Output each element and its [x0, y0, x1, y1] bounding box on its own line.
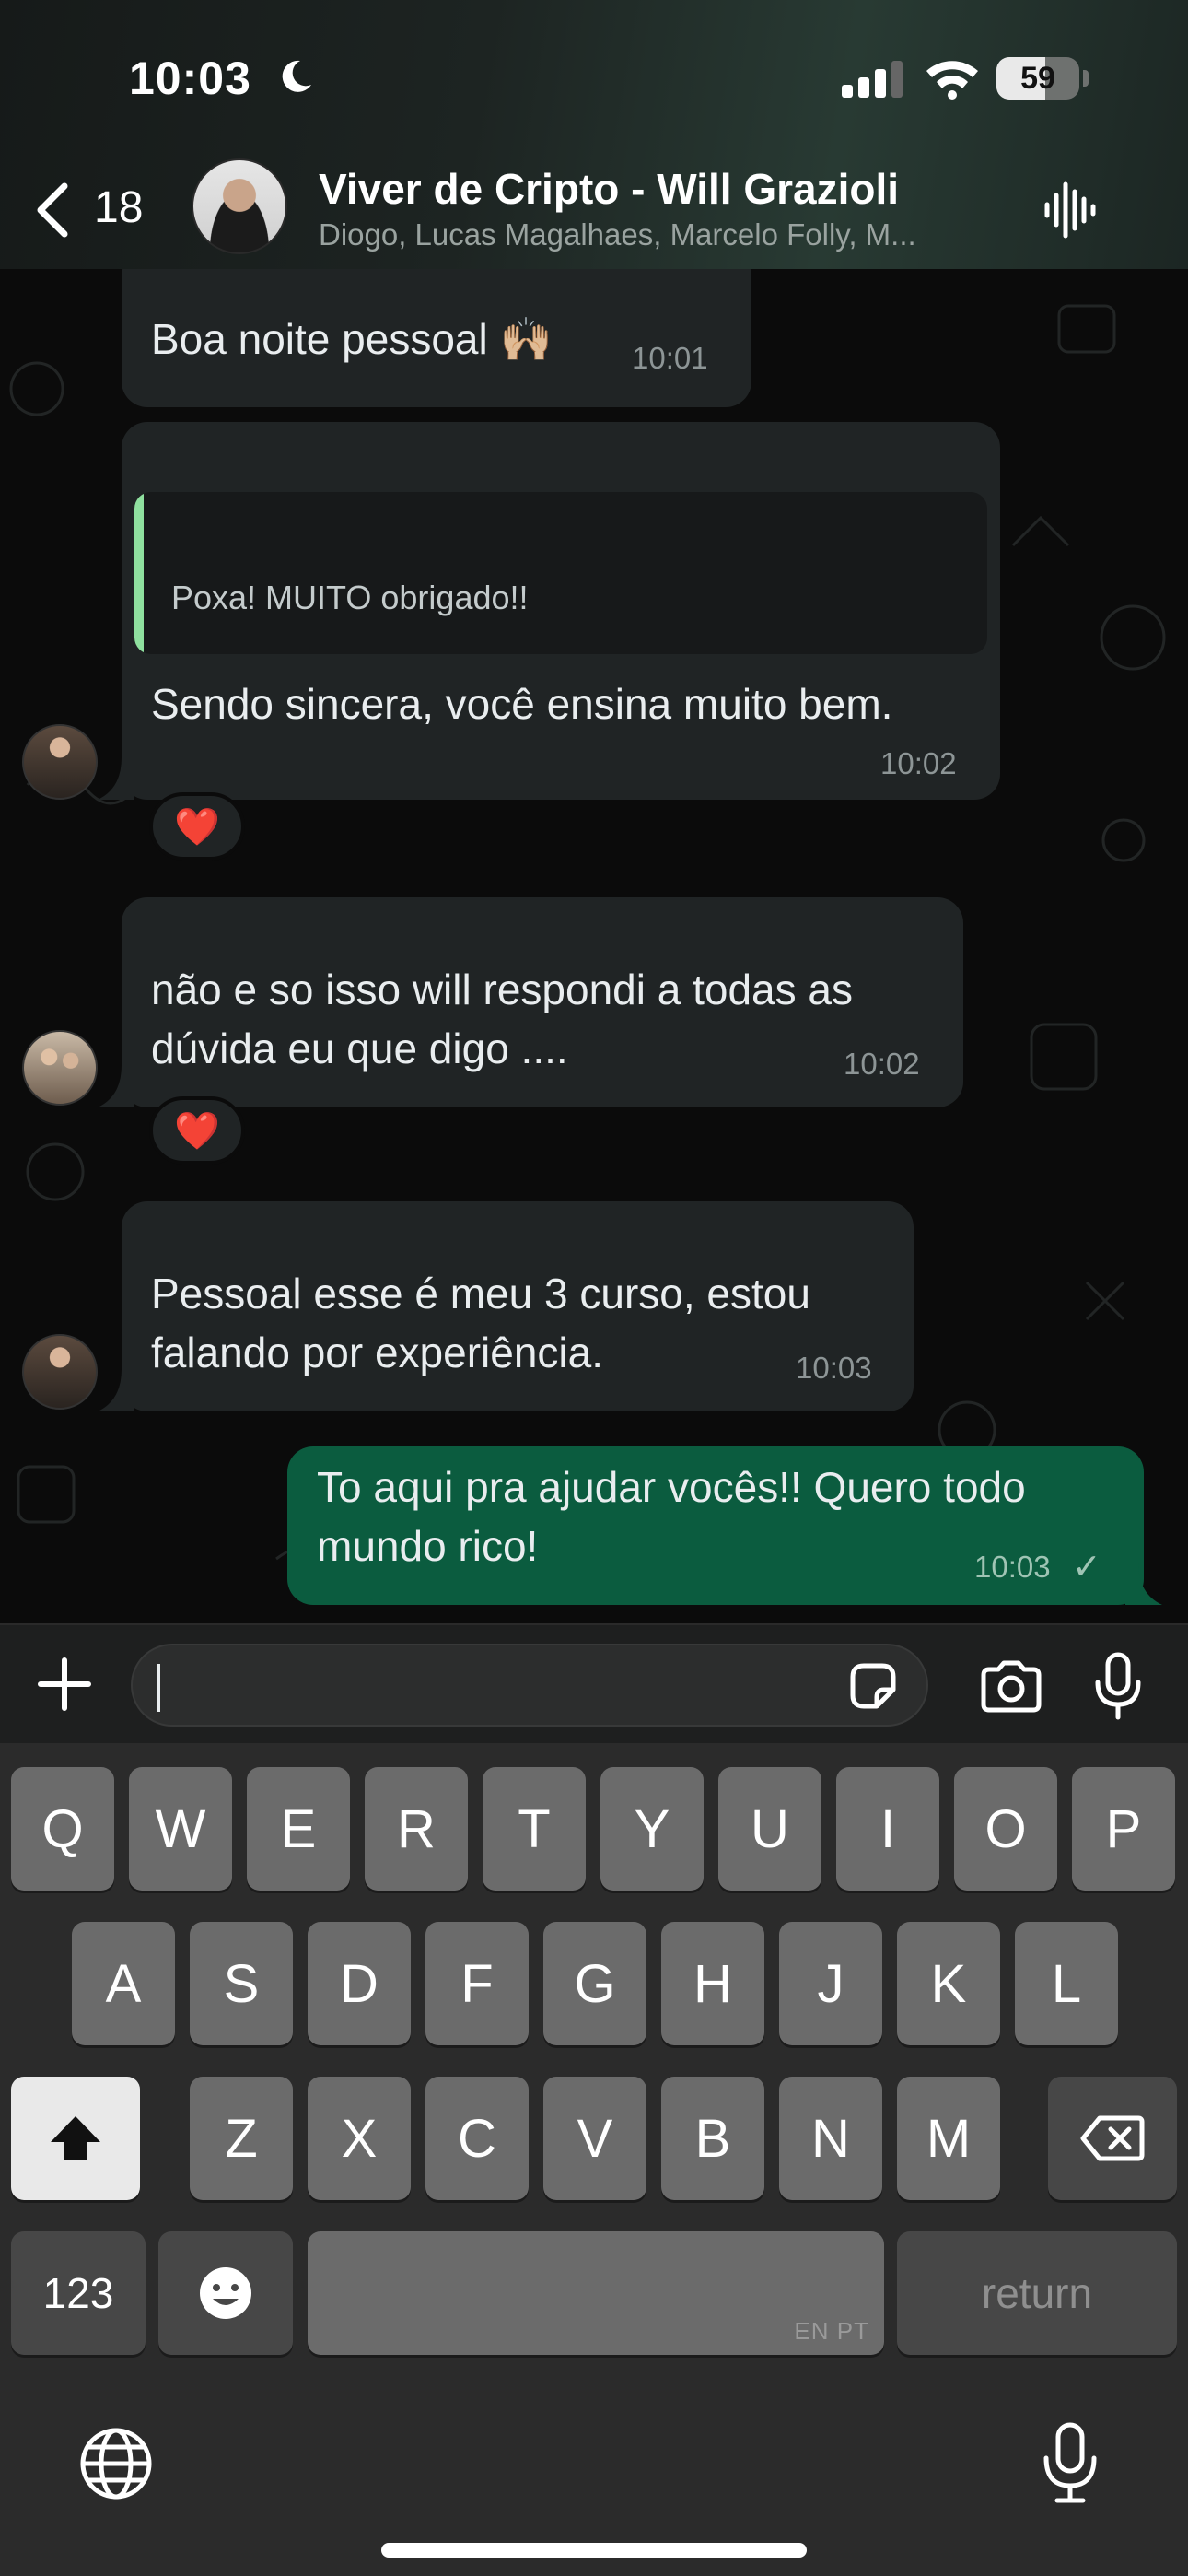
- key-y[interactable]: Y: [600, 1767, 704, 1891]
- message-text: Boa noite pessoal 🙌🏼: [151, 315, 553, 363]
- battery-indicator: 59: [996, 57, 1079, 100]
- key-e[interactable]: E: [247, 1767, 350, 1891]
- message-text: To aqui pra ajudar vocês!! Quero todo: [317, 1463, 1026, 1511]
- back-unread-count[interactable]: 18: [94, 182, 143, 233]
- key-o[interactable]: O: [954, 1767, 1057, 1891]
- chevron-left-icon[interactable]: [31, 181, 72, 240]
- outgoing-message-bubble[interactable]: To aqui pra ajudar vocês!! Quero todo mu…: [287, 1446, 1144, 1605]
- globe-icon[interactable]: [77, 2425, 155, 2502]
- message-time: 10:03: [796, 1351, 872, 1385]
- key-d[interactable]: D: [308, 1922, 411, 2045]
- key-i[interactable]: I: [836, 1767, 939, 1891]
- moon-icon: [282, 60, 311, 92]
- key-m[interactable]: M: [897, 2077, 1000, 2200]
- keyboard: Q W E R T Y U I O P A S D F G H J K L Z …: [0, 1743, 1188, 2576]
- microphone-icon[interactable]: [1092, 1651, 1144, 1721]
- key-n[interactable]: N: [779, 2077, 882, 2200]
- key-v[interactable]: V: [543, 2077, 646, 2200]
- message-time: 10:01: [632, 341, 708, 375]
- key-p[interactable]: P: [1072, 1767, 1175, 1891]
- shift-arrow-icon: [51, 2116, 100, 2160]
- message-bubble[interactable]: Poxa! MUITO obrigado!! Sendo sincera, vo…: [122, 422, 1000, 800]
- chat-header: 10:03 59 18 Viver de Cripto - Will Grazi…: [0, 0, 1188, 269]
- camera-icon[interactable]: [978, 1660, 1044, 1714]
- key-j[interactable]: J: [779, 1922, 882, 2045]
- key-w[interactable]: W: [129, 1767, 232, 1891]
- key-f[interactable]: F: [425, 1922, 529, 2045]
- sender-avatar[interactable]: [22, 1334, 98, 1410]
- space-key[interactable]: EN PT: [308, 2231, 884, 2355]
- message-text: dúvida eu que digo ....: [151, 1025, 568, 1072]
- space-language-label: EN PT: [794, 2317, 869, 2345]
- chat-title[interactable]: Viver de Cripto - Will Grazioli: [319, 164, 899, 214]
- key-z[interactable]: Z: [190, 2077, 293, 2200]
- home-indicator[interactable]: [381, 2543, 807, 2558]
- key-x[interactable]: X: [308, 2077, 411, 2200]
- key-h[interactable]: H: [661, 1922, 764, 2045]
- key-t[interactable]: T: [483, 1767, 586, 1891]
- message-time: 10:02: [844, 1047, 920, 1081]
- shift-key[interactable]: [11, 2077, 140, 2200]
- key-u[interactable]: U: [718, 1767, 821, 1891]
- message-bubble[interactable]: não e so isso will respondi a todas as d…: [122, 897, 963, 1107]
- bubble-tail: [98, 1065, 134, 1107]
- message-bubble[interactable]: Boa noite pessoal 🙌🏼 10:01: [122, 269, 751, 407]
- message-text: não e so isso will respondi a todas as: [151, 966, 853, 1013]
- key-r[interactable]: R: [365, 1767, 468, 1891]
- wifi-icon: [926, 61, 978, 100]
- emoji-key[interactable]: [158, 2231, 293, 2355]
- backspace-icon: [1080, 2115, 1145, 2161]
- message-time: 10:03: [974, 1550, 1051, 1584]
- message-input[interactable]: [131, 1644, 928, 1727]
- sender-avatar[interactable]: [22, 1030, 98, 1106]
- key-b[interactable]: B: [661, 2077, 764, 2200]
- key-l[interactable]: L: [1015, 1922, 1118, 2045]
- status-time: 10:03: [129, 53, 251, 104]
- message-text: falando por experiência.: [151, 1329, 603, 1376]
- quoted-text: Poxa! MUITO obrigado!!: [171, 579, 529, 616]
- key-q[interactable]: Q: [11, 1767, 114, 1891]
- message-bubble[interactable]: Pessoal esse é meu 3 curso, estou faland…: [122, 1201, 914, 1411]
- sender-avatar[interactable]: [22, 724, 98, 800]
- message-text: Pessoal esse é meu 3 curso, estou: [151, 1270, 810, 1317]
- battery-cap: [1083, 70, 1089, 87]
- sent-check-icon: ✓: [1072, 1548, 1101, 1587]
- sticker-icon[interactable]: [845, 1658, 901, 1714]
- key-g[interactable]: G: [543, 1922, 646, 2045]
- key-a[interactable]: A: [72, 1922, 175, 2045]
- cellular-signal-icon: [842, 61, 903, 98]
- numbers-key[interactable]: 123: [11, 2231, 146, 2355]
- bubble-tail: [98, 757, 134, 800]
- message-text: mundo rico!: [317, 1522, 539, 1570]
- heart-reaction[interactable]: ❤️: [149, 792, 245, 861]
- key-c[interactable]: C: [425, 2077, 529, 2200]
- voice-chat-icon[interactable]: [1042, 181, 1098, 240]
- message-list[interactable]: Boa noite pessoal 🙌🏼 10:01 Poxa! MUITO o…: [0, 269, 1188, 1623]
- quoted-message[interactable]: Poxa! MUITO obrigado!!: [134, 492, 987, 654]
- emoji-icon: [200, 2267, 251, 2319]
- message-composer: [0, 1623, 1188, 1743]
- text-caret: [157, 1664, 160, 1712]
- delete-key[interactable]: [1048, 2077, 1177, 2200]
- chat-members[interactable]: Diogo, Lucas Magalhaes, Marcelo Folly, M…: [319, 217, 1000, 252]
- heart-reaction[interactable]: ❤️: [149, 1096, 245, 1165]
- quote-accent-bar: [134, 492, 144, 654]
- bubble-tail: [98, 1369, 134, 1411]
- key-s[interactable]: S: [190, 1922, 293, 2045]
- message-time: 10:02: [880, 746, 957, 780]
- dictation-microphone-icon[interactable]: [1041, 2421, 1100, 2504]
- return-key[interactable]: return: [897, 2231, 1177, 2355]
- group-avatar[interactable]: [192, 158, 287, 254]
- message-text: Sendo sincera, você ensina muito bem.: [151, 680, 893, 728]
- key-k[interactable]: K: [897, 1922, 1000, 2045]
- plus-icon[interactable]: [35, 1655, 94, 1714]
- battery-percent: 59: [1020, 60, 1055, 96]
- bubble-tail: [1125, 1563, 1162, 1605]
